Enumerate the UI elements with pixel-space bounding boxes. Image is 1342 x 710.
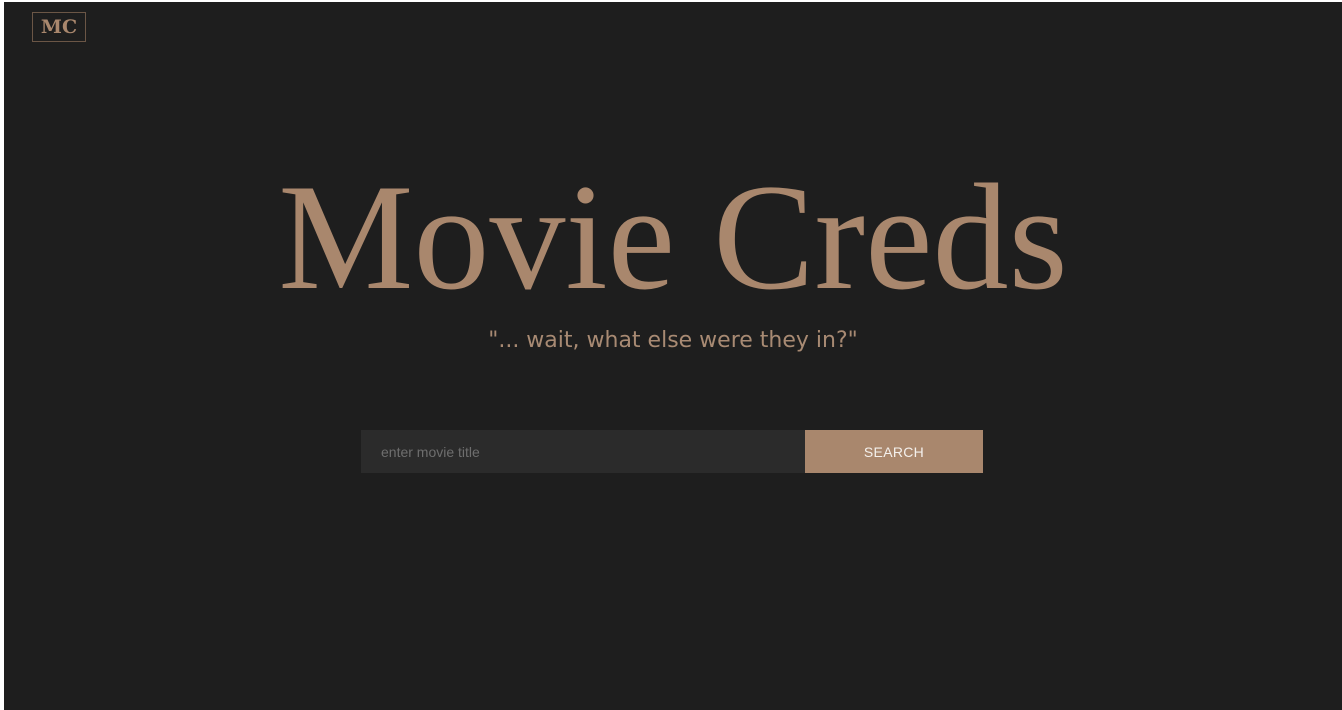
- page-title: Movie Creds: [278, 153, 1068, 321]
- tagline: "... wait, what else were they in?": [488, 328, 858, 353]
- search-form: SEARCH: [361, 430, 983, 473]
- search-input[interactable]: [361, 430, 805, 473]
- page-background: MC Movie Creds "... wait, what else were…: [4, 2, 1342, 710]
- logo-text: MC: [40, 16, 78, 38]
- search-button[interactable]: SEARCH: [805, 430, 983, 473]
- logo[interactable]: MC: [32, 12, 86, 42]
